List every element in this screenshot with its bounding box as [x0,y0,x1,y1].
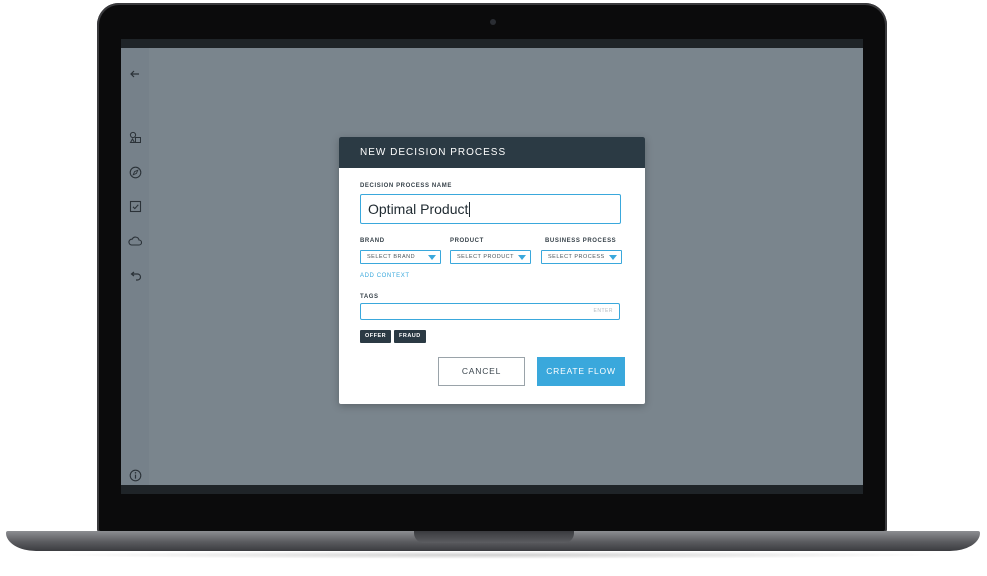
back-arrow-icon[interactable] [127,68,143,84]
name-label: DECISION PROCESS NAME [360,183,452,189]
cancel-button[interactable]: CANCEL [438,357,525,386]
undo-icon[interactable] [127,270,143,286]
app-area: NEW DECISION PROCESS DECISION PROCESS NA… [121,48,863,485]
compass-icon[interactable] [127,166,143,182]
chevron-down-icon [518,255,526,260]
decision-process-name-input[interactable]: Optimal Product [360,194,621,224]
camera [490,19,496,25]
product-select-value: SELECT PRODUCT [457,254,515,260]
brand-label: BRAND [360,238,385,244]
create-flow-button[interactable]: CREATE FLOW [537,357,625,386]
tags-label: TAGS [360,294,379,300]
cloud-icon[interactable] [127,235,143,251]
tags-enter-hint: ENTER [593,308,613,314]
product-label: PRODUCT [450,238,484,244]
base-shadow [40,551,946,559]
laptop-notch [414,531,574,543]
tag-offer[interactable]: OFFER [360,330,392,343]
name-input-value: Optimal Product [368,201,469,217]
info-icon[interactable] [127,469,143,485]
business-process-select[interactable]: SELECT PROCESS [541,250,622,264]
bottom-bar [121,485,863,494]
chevron-down-icon [609,255,617,260]
business-process-label: BUSINESS PROCESS [545,238,617,244]
business-process-select-value: SELECT PROCESS [548,254,605,260]
brand-select-value: SELECT BRAND [367,254,416,260]
sidebar [121,48,149,485]
top-bar [121,39,863,48]
add-context-link[interactable]: ADD CONTEXT [360,273,410,279]
new-decision-process-modal: NEW DECISION PROCESS DECISION PROCESS NA… [339,137,645,404]
text-caret [469,202,471,217]
checkbox-icon[interactable] [127,200,143,216]
shapes-icon[interactable] [127,131,143,147]
chevron-down-icon [428,255,436,260]
tag-fraud[interactable]: FRAUD [394,330,426,343]
product-select[interactable]: SELECT PRODUCT [450,250,531,264]
laptop-mockup: NEW DECISION PROCESS DECISION PROCESS NA… [0,0,987,576]
modal-title: NEW DECISION PROCESS [339,137,645,168]
screen: NEW DECISION PROCESS DECISION PROCESS NA… [121,39,863,494]
brand-select[interactable]: SELECT BRAND [360,250,441,264]
tags-input[interactable]: ENTER [360,303,620,320]
